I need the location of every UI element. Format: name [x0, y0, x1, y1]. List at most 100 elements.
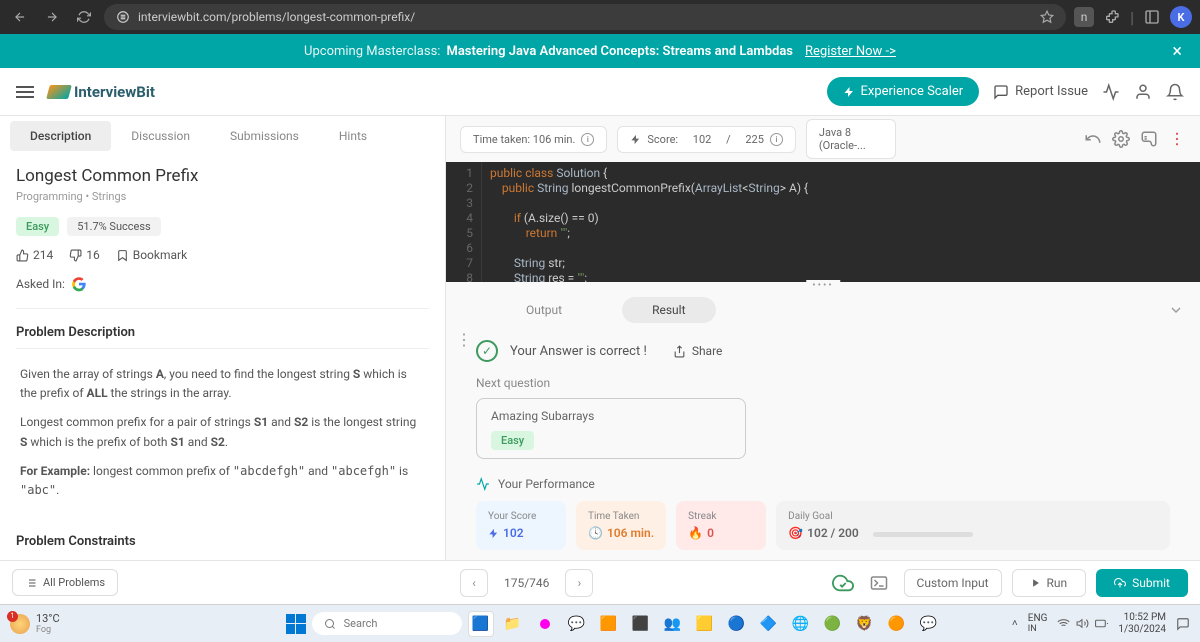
divider: |: [1130, 8, 1134, 27]
taskbar-app[interactable]: ⬛: [628, 611, 654, 637]
problem-tabs: Description Discussion Submissions Hints: [0, 116, 445, 156]
google-icon: [71, 276, 87, 292]
report-issue-link[interactable]: Report Issue: [993, 84, 1088, 100]
tray-chevron-icon[interactable]: ˄: [1012, 618, 1018, 629]
taskbar-app[interactable]: 🌐: [788, 611, 814, 637]
all-problems-button[interactable]: All Problems: [12, 569, 118, 596]
code-editor[interactable]: 12345678 public class Solution { public …: [446, 162, 1200, 282]
bolt-icon: [630, 134, 641, 145]
tab-result[interactable]: Result: [622, 297, 715, 323]
editor-toolbar: Time taken: 106 min.i Score: 102 / 225 i…: [446, 116, 1200, 162]
tab-submissions[interactable]: Submissions: [210, 121, 319, 151]
goal-progress: [873, 532, 973, 537]
thumbs-up-icon: [16, 249, 29, 262]
bookmark-button[interactable]: Bookmark: [116, 248, 187, 262]
page-indicator: 175/746: [504, 576, 549, 590]
windows-taskbar: 1 13°C Fog Search 🟦 📁 💬 🟧 ⬛ 👥 🟨 🔵 🔷 🌐 🟢 …: [0, 604, 1200, 642]
info-icon: i: [581, 133, 594, 146]
chat-icon: [993, 84, 1009, 100]
result-panel: ⋮ ✓ Your Answer is correct ! Share Next …: [446, 330, 1200, 560]
battery-icon[interactable]: [1095, 617, 1108, 630]
brand-logo[interactable]: InterviewBit: [48, 83, 155, 101]
chevron-down-icon[interactable]: [1168, 302, 1184, 318]
activity-icon[interactable]: [1102, 83, 1120, 101]
language-select[interactable]: Java 8 (Oracle-...: [806, 119, 896, 159]
submit-button[interactable]: Submit: [1096, 569, 1188, 597]
taskbar-app[interactable]: 🟢: [820, 611, 846, 637]
taskbar-app[interactable]: 🟠: [884, 611, 910, 637]
taskbar-app[interactable]: 💬: [564, 611, 590, 637]
taskbar-app[interactable]: 🔷: [756, 611, 782, 637]
performance-heading: Your Performance: [476, 477, 1170, 491]
stat-streak: Streak 🔥 0: [676, 501, 766, 550]
banner-register-link[interactable]: Register Now ->: [805, 44, 896, 59]
profile-avatar[interactable]: K: [1170, 6, 1192, 28]
taskbar-app[interactable]: [540, 619, 550, 629]
volume-icon[interactable]: [1076, 617, 1089, 630]
terminal-icon[interactable]: [870, 574, 888, 592]
score-pill[interactable]: Score: 102 / 225 i: [617, 126, 796, 153]
taskbar-app[interactable]: 🟧: [596, 611, 622, 637]
bell-icon[interactable]: [1166, 83, 1184, 101]
weather-widget[interactable]: 1 13°C Fog: [10, 612, 60, 635]
extensions-icon[interactable]: [1104, 9, 1120, 25]
taskbar-app[interactable]: 🦁: [852, 611, 878, 637]
stat-goal: Daily Goal 🎯 102 / 200: [776, 501, 1170, 550]
taskbar-app[interactable]: 📁: [500, 611, 526, 637]
sidepanel-icon[interactable]: [1144, 9, 1160, 25]
line-gutter: 12345678: [446, 162, 482, 282]
run-button[interactable]: Run: [1012, 569, 1087, 597]
ext-icon-n[interactable]: n: [1074, 7, 1094, 27]
taskbar-app[interactable]: 💬: [916, 611, 942, 637]
like-button[interactable]: 214: [16, 248, 53, 262]
tab-discussion[interactable]: Discussion: [111, 121, 210, 151]
bookmark-star-icon[interactable]: [1040, 10, 1054, 24]
brand-text: InterviewBit: [74, 83, 155, 101]
start-button[interactable]: [286, 614, 306, 634]
cloud-upload-icon: [1114, 577, 1126, 589]
extension-icons: n | K: [1074, 6, 1192, 28]
next-button[interactable]: ›: [565, 569, 593, 597]
user-icon[interactable]: [1134, 83, 1152, 101]
url-text: interviewbit.com/problems/longest-common…: [138, 10, 1032, 24]
forward-button[interactable]: [40, 5, 64, 29]
bookmark-icon: [116, 249, 129, 262]
wifi-icon[interactable]: [1057, 617, 1070, 630]
next-question-card[interactable]: Amazing Subarrays Easy: [476, 398, 746, 459]
clock[interactable]: 10:52 PM 1/30/2024: [1118, 612, 1166, 636]
taskbar-app[interactable]: 🔵: [724, 611, 750, 637]
taskbar-app[interactable]: 👥: [660, 611, 686, 637]
url-bar[interactable]: interviewbit.com/problems/longest-common…: [104, 4, 1066, 30]
menu-button[interactable]: [16, 86, 34, 98]
notifications-icon[interactable]: [1176, 617, 1190, 631]
taskbar-app[interactable]: 🟦: [468, 611, 494, 637]
masterclass-banner: Upcoming Masterclass: Mastering Java Adv…: [0, 34, 1200, 68]
prev-button[interactable]: ‹: [460, 569, 488, 597]
more-icon[interactable]: [1168, 130, 1186, 148]
tab-description[interactable]: Description: [10, 121, 111, 151]
banner-close-icon[interactable]: ×: [1172, 41, 1182, 62]
keyboard-icon[interactable]: [1140, 130, 1158, 148]
next-question-label: Next question: [476, 376, 1170, 390]
stat-score: Your Score 102: [476, 501, 566, 550]
code-content: public class Solution { public String lo…: [482, 162, 1200, 282]
tab-hints[interactable]: Hints: [319, 121, 387, 151]
time-taken-pill[interactable]: Time taken: 106 min.i: [460, 126, 607, 153]
tab-output[interactable]: Output: [496, 297, 592, 323]
taskbar-search[interactable]: Search: [312, 612, 462, 635]
system-tray: ˄ ENG IN 10:52 PM 1/30/2024: [1012, 612, 1190, 636]
share-button[interactable]: Share: [673, 344, 723, 358]
taskbar-app[interactable]: 🟨: [692, 611, 718, 637]
experience-scaler-button[interactable]: Experience Scaler: [827, 77, 980, 106]
bottom-bar: All Problems ‹ 175/746 › Custom Input Ru…: [0, 560, 1200, 604]
custom-input-button[interactable]: Custom Input: [904, 569, 1002, 597]
logo-icon: [46, 85, 72, 99]
info-icon: i: [770, 133, 783, 146]
play-icon: [1031, 578, 1041, 588]
more-vertical-icon[interactable]: ⋮: [456, 330, 470, 349]
back-button[interactable]: [8, 5, 32, 29]
dislike-button[interactable]: 16: [69, 248, 100, 262]
undo-icon[interactable]: [1084, 130, 1102, 148]
reload-button[interactable]: [72, 5, 96, 29]
gear-icon[interactable]: [1112, 130, 1130, 148]
